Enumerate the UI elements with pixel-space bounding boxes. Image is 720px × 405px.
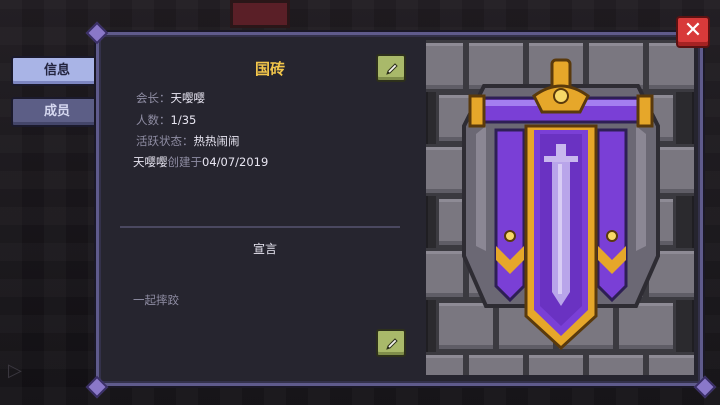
- members-row: 人数：1/35: [136, 112, 196, 128]
- creator-name: 天嘤嘤: [133, 155, 168, 169]
- leader-row: 会长：天嘤嘤: [136, 90, 205, 106]
- section-divider: [120, 226, 400, 228]
- guild-banner-icon: [462, 58, 660, 351]
- pencil-icon: [386, 338, 398, 350]
- close-button[interactable]: ✕: [676, 16, 710, 48]
- leader-label: 会长：: [136, 91, 171, 105]
- members-label: 人数：: [136, 113, 171, 127]
- edit-name-button[interactable]: [376, 54, 406, 82]
- created-label: 创建于: [167, 155, 203, 169]
- declaration-text: 一起摔跤: [133, 293, 179, 307]
- play-icon: ▷: [8, 360, 22, 381]
- activity-row: 活跃状态：热热闹闹: [136, 133, 240, 149]
- guild-name: 国砖: [254, 60, 285, 78]
- edit-declaration-button[interactable]: [376, 329, 406, 357]
- members-value: 1/35: [170, 113, 197, 127]
- leader-value: 天嘤嘤: [170, 91, 206, 105]
- tab-info[interactable]: 信息: [11, 56, 103, 86]
- declaration-title: 宣言: [252, 242, 277, 256]
- activity-value: 热热闹闹: [193, 134, 240, 148]
- close-icon: ✕: [683, 18, 703, 43]
- background-window: [230, 0, 290, 28]
- created-row: 天嘤嘤创建于04/07/2019: [133, 154, 268, 170]
- pencil-icon: [386, 63, 398, 75]
- tab-members[interactable]: 成员: [11, 97, 103, 127]
- activity-label: 活跃状态：: [136, 134, 194, 148]
- created-date: 04/07/2019: [202, 155, 269, 169]
